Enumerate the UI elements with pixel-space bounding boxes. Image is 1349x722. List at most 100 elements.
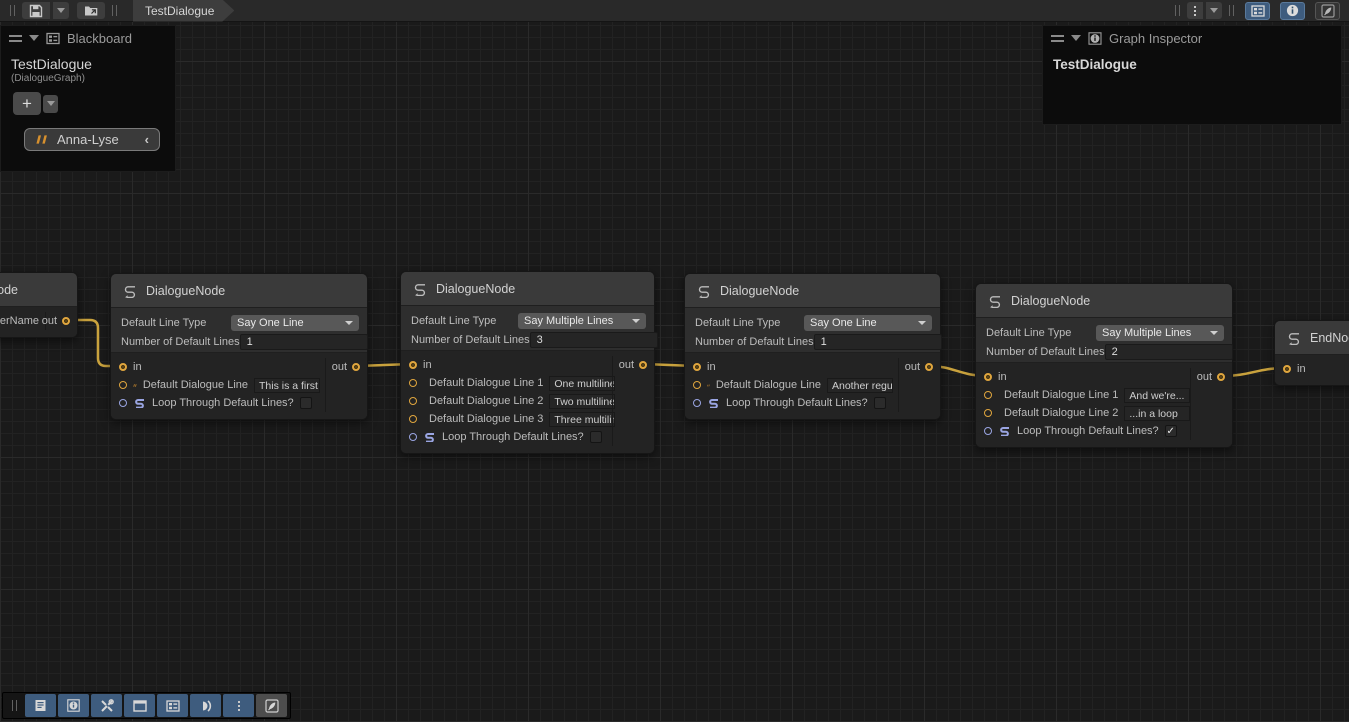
loop-icon [998, 426, 1011, 436]
prop-label: Default Line Type [986, 327, 1071, 339]
count-input[interactable]: 3 [530, 332, 658, 348]
line-text-input[interactable]: One multiline [549, 376, 615, 391]
toolbar-drag-handle[interactable] [1229, 5, 1234, 16]
prop-label: Number of Default Lines [411, 334, 530, 346]
overflow-dropdown-button[interactable] [1206, 2, 1222, 19]
toolbar-drag-handle[interactable] [1175, 5, 1180, 16]
port-label: Loop Through Default Lines? [442, 431, 584, 443]
document-icon [34, 699, 47, 712]
more-options-button[interactable] [223, 694, 254, 717]
port-label: in [1297, 363, 1306, 375]
loop-port[interactable] [693, 399, 701, 407]
blackboard-button[interactable] [157, 694, 188, 717]
graph-tab[interactable]: TestDialogue [133, 0, 234, 22]
line-text-input[interactable]: Another regu [827, 378, 893, 393]
line-text-input[interactable]: Three multilin [549, 412, 615, 427]
count-input[interactable]: 2 [1105, 344, 1233, 360]
collapse-triangle-icon[interactable] [1071, 35, 1081, 41]
line-port[interactable] [119, 381, 127, 389]
input-port[interactable] [119, 363, 127, 371]
tools-button[interactable] [91, 694, 122, 717]
add-property-button[interactable]: + [13, 92, 41, 115]
save-dropdown-button[interactable] [53, 2, 69, 19]
line-port[interactable] [409, 379, 417, 387]
line-port[interactable] [984, 391, 992, 399]
minimap-button[interactable] [256, 694, 287, 717]
line-text-input[interactable]: And we're... [1124, 388, 1190, 403]
chevron-left-icon[interactable]: ‹ [145, 132, 149, 147]
line-type-dropdown[interactable]: Say Multiple Lines [1096, 325, 1224, 341]
line-text-input[interactable]: ...in a loop [1124, 406, 1190, 421]
output-port[interactable] [639, 361, 647, 369]
minimap-toggle-button[interactable] [1315, 2, 1340, 20]
panel-drag-icon[interactable] [9, 35, 22, 42]
line-text-input[interactable]: Two multiline [549, 394, 615, 409]
line-type-dropdown[interactable]: Say One Line [804, 315, 932, 331]
dropdown-caret-icon [918, 321, 926, 325]
bottom-toolbar [2, 692, 291, 719]
notes-button[interactable] [25, 694, 56, 717]
blackboard-icon [166, 700, 180, 712]
line-port[interactable] [409, 415, 417, 423]
input-port[interactable] [984, 373, 992, 381]
panel-drag-icon[interactable] [1051, 35, 1064, 42]
window-button[interactable] [124, 694, 155, 717]
loop-checkbox[interactable] [874, 397, 886, 409]
count-input[interactable]: 1 [240, 334, 368, 350]
dialogue-node-1[interactable]: DialogueNode Default Line Type Say One L… [110, 273, 368, 420]
port-label: out [332, 361, 347, 373]
window-icon [133, 700, 147, 712]
loop-port[interactable] [119, 399, 127, 407]
output-port[interactable] [925, 363, 933, 371]
toolbar-drag-handle[interactable] [112, 5, 117, 16]
toolbar-drag-handle[interactable] [10, 5, 15, 16]
line-port[interactable] [409, 397, 417, 405]
end-node[interactable]: EndNode in [1274, 320, 1349, 386]
port-label: in [423, 359, 432, 371]
load-button[interactable] [77, 2, 105, 19]
add-property-dropdown[interactable] [43, 95, 58, 113]
port-label: Default Dialogue Line [143, 379, 248, 391]
loop-checkbox[interactable] [590, 431, 602, 443]
port-label: in [707, 361, 716, 373]
input-port[interactable] [693, 363, 701, 371]
overflow-menu-button[interactable] [1187, 2, 1203, 19]
output-port[interactable] [352, 363, 360, 371]
loop-port[interactable] [984, 427, 992, 435]
transition-button[interactable] [190, 694, 221, 717]
dropdown-caret-icon [1210, 331, 1218, 335]
line-type-dropdown[interactable]: Say One Line [231, 315, 359, 331]
inspector-toggle-button[interactable] [1280, 2, 1305, 20]
dialogue-node-2[interactable]: DialogueNode Default Line Type Say Multi… [400, 271, 655, 454]
line-type-dropdown[interactable]: Say Multiple Lines [518, 313, 646, 329]
info-icon [1286, 4, 1299, 17]
blackboard-property-anna-lyse[interactable]: Anna-Lyse ‹ [24, 128, 160, 151]
vertical-dots-icon [238, 701, 240, 711]
dialogue-node-4[interactable]: DialogueNode Default Line Type Say Multi… [975, 283, 1233, 448]
info-button[interactable] [58, 694, 89, 717]
collapse-triangle-icon[interactable] [29, 35, 39, 41]
blackboard-toggle-button[interactable] [1245, 2, 1270, 20]
loop-checkbox[interactable] [300, 397, 312, 409]
graph-inspector-panel: Graph Inspector TestDialogue [1042, 25, 1342, 125]
loop-port[interactable] [409, 433, 417, 441]
half-disc-wave-icon [199, 700, 213, 712]
port-label: Loop Through Default Lines? [1017, 425, 1159, 437]
output-port[interactable] [62, 317, 70, 325]
count-input[interactable]: 1 [814, 334, 942, 350]
line-port[interactable] [693, 381, 701, 389]
save-button[interactable] [22, 2, 50, 19]
toolbar-drag-handle[interactable] [12, 700, 17, 711]
input-port[interactable] [409, 361, 417, 369]
line-port[interactable] [984, 409, 992, 417]
start-node[interactable]: Node kerName out [0, 272, 78, 338]
dialogue-node-3[interactable]: DialogueNode Default Line Type Say One L… [684, 273, 941, 420]
line-text-input[interactable]: This is a first [254, 378, 320, 393]
save-icon [29, 4, 43, 18]
port-label: Loop Through Default Lines? [152, 397, 294, 409]
tools-icon [100, 699, 114, 713]
input-port[interactable] [1283, 365, 1291, 373]
loop-checkbox[interactable]: ✓ [1165, 425, 1177, 437]
output-port[interactable] [1217, 373, 1225, 381]
info-icon [67, 699, 80, 712]
